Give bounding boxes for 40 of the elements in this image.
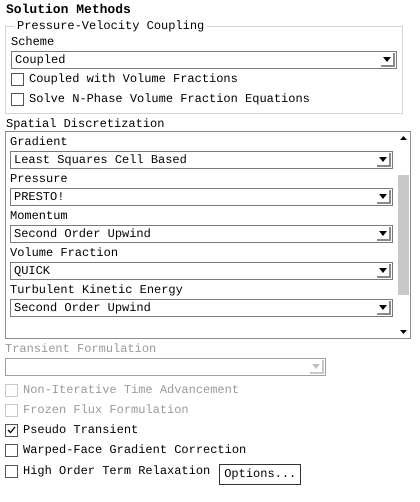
- group-title: Pressure-Velocity Coupling: [14, 19, 208, 34]
- checkbox-label: Frozen Flux Formulation: [23, 402, 189, 418]
- section-label: Spatial Discretization: [6, 117, 164, 131]
- dropdown[interactable]: Coupled: [11, 51, 397, 69]
- dropdown[interactable]: PRESTO!: [10, 188, 393, 206]
- dropdown-arrow-icon: [379, 230, 387, 236]
- dropdown-arrow-icon: [379, 194, 387, 198]
- checkbox[interactable]: [5, 444, 18, 456]
- field-label: Pressure: [10, 172, 68, 187]
- dropdown[interactable]: Least Squares Cell Based: [10, 151, 393, 169]
- checkbox-label: Warped-Face Gradient Correction: [23, 442, 246, 458]
- checkbox-label: Pseudo Transient: [23, 422, 138, 438]
- checkbox[interactable]: [5, 424, 18, 436]
- dropdown[interactable]: QUICK: [10, 262, 393, 280]
- field-label: Gradient: [10, 135, 68, 150]
- field-label: Momentum: [10, 209, 68, 224]
- scroll-up-icon[interactable]: [400, 136, 406, 140]
- checkbox-label: Non-Iterative Time Advancement: [23, 382, 240, 398]
- dropdown-arrow-icon: [383, 56, 391, 62]
- checkbox[interactable]: [11, 92, 24, 106]
- scroll-down-icon[interactable]: [400, 330, 406, 334]
- dropdown-arrow-icon: [379, 268, 387, 272]
- checkbox[interactable]: [5, 464, 18, 478]
- dropdown-arrow-icon: [379, 304, 387, 310]
- dropdown[interactable]: [5, 358, 326, 376]
- field-label: Turbulent Kinetic Energy: [10, 283, 183, 298]
- dropdown-arrow-icon: [379, 156, 387, 162]
- dropdown[interactable]: Second Order Upwind: [10, 225, 393, 243]
- checkbox[interactable]: [11, 72, 24, 86]
- dropdown-arrow-icon: [312, 364, 320, 368]
- scrollbar-thumb[interactable]: [398, 175, 408, 295]
- options-button[interactable]: Options...: [219, 464, 302, 484]
- section-title: Solution Methods: [6, 2, 131, 18]
- checkbox-label: Solve N-Phase Volume Fraction Equations: [29, 92, 310, 106]
- field-label: Volume Fraction: [10, 246, 118, 261]
- checkbox-label: High Order Term Relaxation: [23, 464, 210, 478]
- field-label: Transient Formulation: [5, 342, 156, 357]
- dropdown[interactable]: Second Order Upwind: [10, 299, 393, 317]
- checkbox-label: Coupled with Volume Fractions: [29, 72, 238, 86]
- field-label: Scheme: [11, 35, 54, 50]
